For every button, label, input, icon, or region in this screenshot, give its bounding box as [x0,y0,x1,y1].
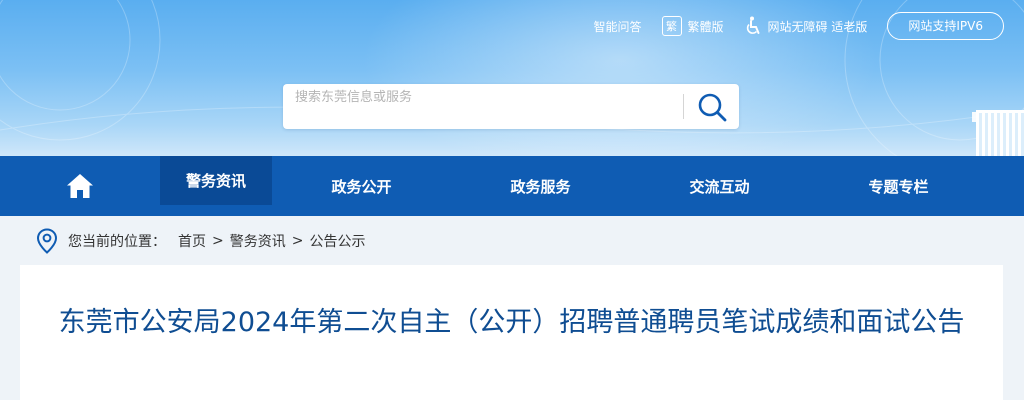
nav-item-government-affairs[interactable]: 政务公开 [272,156,451,216]
traditional-chinese-link[interactable]: 繁 繁體版 [661,16,724,36]
traditional-chinese-icon: 繁 [661,16,682,36]
breadcrumb-police-news[interactable]: 警务资讯 [230,231,286,251]
wheelchair-icon [746,16,760,34]
search-icon[interactable] [695,90,729,124]
search-box [283,84,739,129]
article-card: 东莞市公安局2024年第二次自主（公开）招聘普通聘员笔试成绩和面试公告 [20,265,1003,400]
article-title: 东莞市公安局2024年第二次自主（公开）招聘普通聘员笔试成绩和面试公告 [58,307,965,338]
top-toolbar: 智能问答 繁 繁體版 网站无障碍 适老版 网站支持IPV6 [574,12,1004,40]
location-pin-icon [36,228,58,254]
search-input[interactable] [295,86,675,108]
breadcrumb-home[interactable]: 首页 [178,231,206,251]
nav-item-government-services[interactable]: 政务服务 [451,156,630,216]
smart-qa-label: 智能问答 [593,19,642,34]
smart-qa-link[interactable]: 智能问答 [594,18,642,35]
home-icon [67,174,93,198]
accessibility-label: 网站无障碍 适老版 [767,19,868,34]
nav-item-interaction[interactable]: 交流互动 [630,156,809,216]
building-graphic [976,110,1024,156]
breadcrumb-separator: > [212,233,224,249]
breadcrumb: 您当前的位置： 首页 > 警务资讯 > 公告公示 [36,226,365,256]
breadcrumb-prefix: 您当前的位置： [68,234,166,250]
nav-items: 警务资讯 政务公开 政务服务 交流互动 专题专栏 [160,156,988,216]
traditional-chinese-label: 繁體版 [687,19,724,34]
main-nav: 警务资讯 政务公开 政务服务 交流互动 专题专栏 [0,156,1024,216]
search-divider [683,94,684,119]
nav-item-special-topics[interactable]: 专题专栏 [809,156,988,216]
ipv6-badge[interactable]: 网站支持IPV6 [887,12,1004,40]
accessibility-link[interactable]: 网站无障碍 适老版 [744,16,868,36]
nav-home[interactable] [0,156,160,216]
breadcrumb-announcements[interactable]: 公告公示 [309,231,365,251]
nav-item-police-news[interactable]: 警务资讯 [160,156,272,205]
breadcrumb-separator: > [291,233,304,249]
